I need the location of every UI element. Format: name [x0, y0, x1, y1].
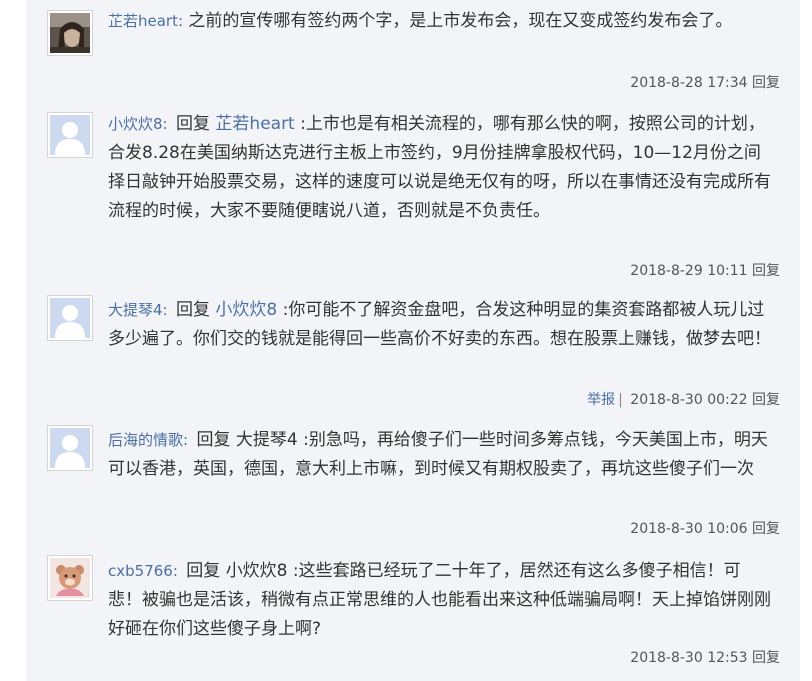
- reply-prefix: 回复: [176, 114, 211, 134]
- reply-target[interactable]: 小炊炊8: [215, 300, 277, 320]
- avatar[interactable]: [47, 555, 93, 601]
- comment-meta: 2018-8-30 12:53 回复: [630, 649, 780, 667]
- comment-username[interactable]: cxb5766:: [108, 562, 178, 580]
- default-user-avatar-icon: [50, 428, 90, 468]
- avatar[interactable]: [47, 295, 93, 341]
- reply-button[interactable]: 回复: [752, 75, 780, 91]
- reply-target[interactable]: 大提琴4: [236, 430, 298, 450]
- comment-meta: 2018-8-28 17:34 回复: [630, 74, 780, 92]
- comment-username[interactable]: 大提琴4:: [108, 301, 168, 319]
- cartoon-bear-avatar-icon: [50, 558, 90, 598]
- comment-text: cxb5766: 回复 小炊炊8 :这些套路已经玩了二十年了，居然还有这么多傻子…: [108, 557, 774, 644]
- comment-text: 芷若heart: 之前的宣传哪有签约两个字，是上市发布会，现在又变成签约发布会了…: [108, 7, 774, 36]
- comment-timestamp: 2018-8-29 10:11: [630, 263, 748, 279]
- reply-target[interactable]: 芷若heart: [215, 114, 294, 134]
- comment-meta: 举报 | 2018-8-30 00:22 回复: [587, 391, 780, 409]
- reply-button[interactable]: 回复: [752, 263, 780, 279]
- reply-target[interactable]: 小炊炊8: [226, 561, 288, 581]
- portrait-avatar-icon: [50, 13, 90, 53]
- comment-body: 之前的宣传哪有签约两个字，是上市发布会，现在又变成签约发布会了。: [183, 11, 733, 31]
- comment-timestamp: 2018-8-30 00:22: [630, 392, 748, 408]
- reply-prefix: 回复: [176, 300, 211, 320]
- reply-button[interactable]: 回复: [752, 650, 780, 666]
- comment-username[interactable]: 芷若heart:: [108, 12, 183, 30]
- avatar[interactable]: [47, 425, 93, 471]
- comment-text: 大提琴4: 回复 小炊炊8 :你可能不了解资金盘吧，合发这种明显的集资套路都被人…: [108, 296, 774, 354]
- report-button[interactable]: 举报: [587, 392, 615, 408]
- comment-text: 小炊炊8: 回复 芷若heart :上市也是有相关流程的，哪有那么快的啊，按照公…: [108, 110, 774, 226]
- reply-button[interactable]: 回复: [752, 521, 780, 537]
- comment-username[interactable]: 后海的情歌:: [108, 431, 188, 449]
- comment-meta: 2018-8-30 10:06 回复: [630, 520, 780, 538]
- avatar[interactable]: [47, 112, 93, 158]
- reply-prefix: 回复: [186, 561, 221, 581]
- separator: |: [618, 392, 623, 408]
- reply-button[interactable]: 回复: [752, 392, 780, 408]
- avatar[interactable]: [47, 10, 93, 56]
- comment-timestamp: 2018-8-30 10:06: [630, 521, 748, 537]
- comment-text: 后海的情歌: 回复 大提琴4 :别急吗，再给傻子们一些时间多筹点钱，今天美国上市…: [108, 426, 774, 484]
- comment-timestamp: 2018-8-28 17:34: [630, 75, 748, 91]
- comment-username[interactable]: 小炊炊8:: [108, 115, 168, 133]
- reply-prefix: 回复: [196, 430, 231, 450]
- comment-timestamp: 2018-8-30 12:53: [630, 650, 748, 666]
- default-user-avatar-icon: [50, 298, 90, 338]
- default-user-avatar-icon: [50, 115, 90, 155]
- comment-meta: 2018-8-29 10:11 回复: [630, 262, 780, 280]
